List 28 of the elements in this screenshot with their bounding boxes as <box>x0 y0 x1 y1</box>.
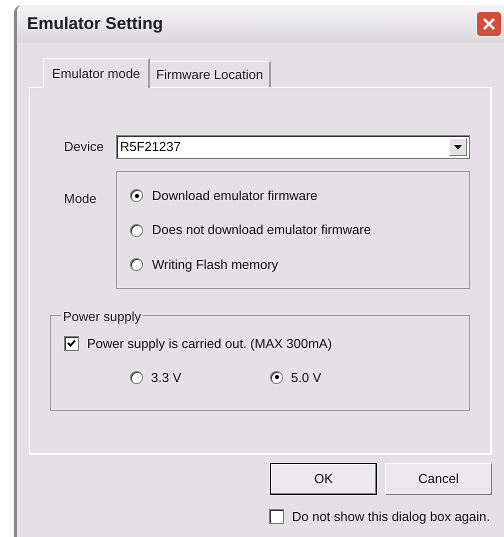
option-label: Does not download emulator firmware <box>152 221 371 240</box>
tab[interactable]: Emulator mode <box>43 58 150 88</box>
option-label: Writing Flash memory <box>152 256 278 274</box>
checkbox-label: Power supply is carried out. (MAX 300mA) <box>87 335 332 353</box>
caret-icon <box>454 144 462 150</box>
dropdown-button[interactable] <box>449 138 467 156</box>
radio-button[interactable] <box>270 370 283 384</box>
tab[interactable]: Firmware Location <box>150 61 272 87</box>
radio-button[interactable] <box>130 224 143 236</box>
option-label: 5.0 V <box>291 368 322 386</box>
dialog-button[interactable]: Cancel <box>385 463 492 495</box>
radio-button[interactable] <box>130 370 143 384</box>
checkbox-label: Do not show this dialog box again. <box>292 508 490 526</box>
device-label: Device <box>64 138 105 156</box>
dialog-button[interactable]: OK <box>270 463 377 495</box>
mode-label: Mode <box>64 190 98 208</box>
device-dropdown[interactable]: R5F21237 <box>116 135 470 159</box>
close-button[interactable] <box>476 11 502 37</box>
window-title: Emulator Setting <box>27 13 164 36</box>
radio-button[interactable] <box>130 258 143 271</box>
checkbox[interactable] <box>64 336 79 352</box>
close-icon <box>482 17 496 31</box>
option-label: Download emulator firmware <box>152 186 318 205</box>
radio-button[interactable] <box>130 189 143 202</box>
checkbox[interactable] <box>268 509 284 524</box>
device-value: R5F21237 <box>120 138 181 156</box>
option-label: 3.3 V <box>151 368 182 386</box>
checkmark-icon <box>67 339 76 348</box>
